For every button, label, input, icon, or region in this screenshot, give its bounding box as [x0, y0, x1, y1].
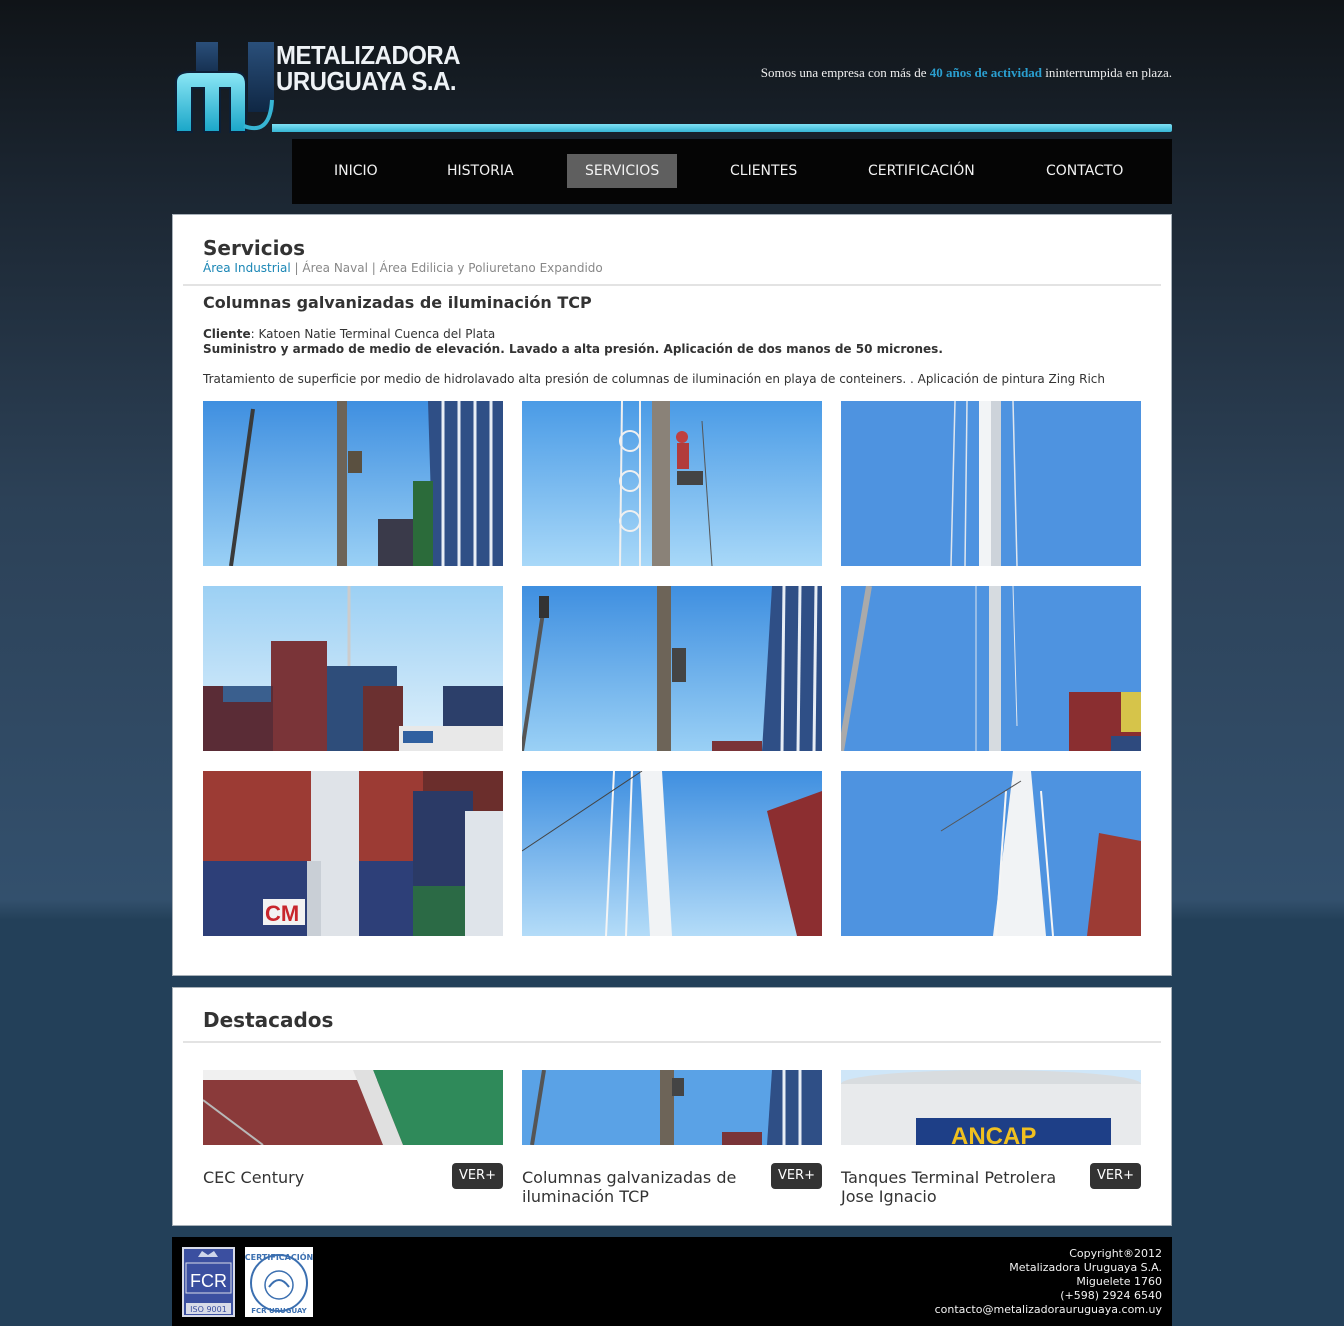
- footer-email-link[interactable]: contacto@metalizadorauruguaya.com.uy: [935, 1303, 1162, 1317]
- badge1-sublabel: ISO 9001: [190, 1305, 227, 1314]
- nav-item-contacto[interactable]: CONTACTO: [1028, 154, 1141, 188]
- gallery-thumb[interactable]: [522, 586, 822, 751]
- featured-card: ANCAP Tanques Terminal Petrolera Jose Ig…: [841, 1070, 1141, 1206]
- site-logo[interactable]: METALIZADORA URUGUAYA S.A.: [172, 40, 1172, 138]
- divider: [183, 284, 1161, 286]
- fcr-iso-badge[interactable]: FCR ISO 9001: [182, 1247, 235, 1317]
- photo-thumbnail-icon: ANCAP: [841, 1070, 1141, 1145]
- featured-image[interactable]: ANCAP: [841, 1070, 1141, 1145]
- badge1-label: FCR: [190, 1271, 227, 1291]
- badge2-sublabel: FCR URUGUAY: [251, 1307, 307, 1315]
- photo-thumbnail-icon: [203, 1070, 503, 1145]
- page-title: Servicios: [203, 236, 306, 260]
- services-subnav: Área Industrial | Área Naval | Área Edil…: [203, 261, 603, 275]
- gallery-thumb[interactable]: [841, 771, 1141, 936]
- svg-text:ANCAP: ANCAP: [951, 1123, 1036, 1145]
- photo-thumbnail-icon: CM: [203, 771, 503, 936]
- featured-item-title[interactable]: Tanques Terminal Petrolera Jose Ignacio: [841, 1168, 1066, 1206]
- subnav-area-edilicia[interactable]: Área Edilicia y Poliuretano Expandido: [380, 261, 603, 275]
- logo-underline: [272, 124, 1172, 132]
- subnav-area-industrial[interactable]: Área Industrial: [203, 261, 291, 275]
- nav-item-historia[interactable]: HISTORIA: [429, 154, 532, 188]
- nav-item-servicios[interactable]: SERVICIOS: [567, 154, 678, 188]
- logo-wordmark: METALIZADORA URUGUAYA S.A.: [276, 40, 461, 96]
- badge2-label: CERTIFICACIÓN: [245, 1251, 313, 1262]
- footer-company: Metalizadora Uruguaya S.A.: [1009, 1261, 1162, 1274]
- featured-title: Destacados: [203, 1008, 334, 1032]
- gallery-thumb[interactable]: [203, 586, 503, 751]
- photo-thumbnail-icon: [841, 771, 1141, 936]
- footer-phone: (+598) 2924 6540: [1060, 1289, 1162, 1302]
- header: METALIZADORA URUGUAYA S.A. Somos una emp…: [172, 0, 1172, 204]
- article-title: Columnas galvanizadas de iluminación TCP: [203, 293, 592, 312]
- tagline-pre: Somos una empresa con más de: [760, 65, 930, 80]
- nav-item-certificacion[interactable]: CERTIFICACIÓN: [850, 154, 993, 188]
- featured-card: CEC Century VER+: [203, 1070, 503, 1189]
- tagline: Somos una empresa con más de 40 años de …: [761, 65, 1172, 81]
- photo-thumbnail-icon: [522, 586, 822, 751]
- svg-text:CM: CM: [265, 901, 299, 926]
- services-panel: Servicios Área Industrial | Área Naval |…: [172, 214, 1172, 976]
- supply-text: Suministro y armado de medio de elevació…: [203, 342, 943, 356]
- photo-thumbnail-icon: [203, 401, 503, 566]
- footer-copyright: Copyright®2012: [1069, 1247, 1162, 1260]
- tagline-post: ininterrumpida en plaza.: [1042, 65, 1172, 80]
- certification-logo-icon: FCR ISO 9001: [185, 1251, 232, 1314]
- featured-card: Columnas galvanizadas de iluminación TCP…: [522, 1070, 822, 1206]
- gallery-thumb[interactable]: [841, 401, 1141, 566]
- client-label: Cliente: [203, 327, 251, 341]
- footer-contact-info: Copyright®2012 Metalizadora Uruguaya S.A…: [935, 1247, 1162, 1317]
- photo-thumbnail-icon: [841, 401, 1141, 566]
- gallery-thumb[interactable]: [841, 586, 1141, 751]
- certification-seal-icon: CERTIFICACIÓN FCR URUGUAY: [245, 1251, 313, 1315]
- photo-thumbnail-icon: [203, 586, 503, 751]
- ver-mas-button[interactable]: VER+: [1089, 1163, 1141, 1189]
- main-nav: INICIO HISTORIA SERVICIOS CLIENTES CERTI…: [292, 139, 1172, 204]
- footer: FCR ISO 9001 CERTIFICACIÓN FCR URUGUAY C…: [172, 1237, 1172, 1326]
- featured-item-title[interactable]: CEC Century: [203, 1168, 428, 1187]
- featured-image[interactable]: [522, 1070, 822, 1145]
- logo-line-2: URUGUAYA S.A.: [276, 66, 457, 96]
- photo-thumbnail-icon: [841, 586, 1141, 751]
- logo-line-1: METALIZADORA: [276, 40, 461, 70]
- tagline-highlight: 40 años de actividad: [929, 65, 1043, 80]
- logo-mark-icon: [175, 42, 274, 133]
- subnav-separator: |: [290, 261, 303, 275]
- ver-mas-button[interactable]: VER+: [451, 1163, 503, 1189]
- description-text: Tratamiento de superficie por medio de h…: [203, 372, 1105, 386]
- fcr-uruguay-badge[interactable]: CERTIFICACIÓN FCR URUGUAY: [245, 1247, 313, 1317]
- gallery-thumb[interactable]: [522, 401, 822, 566]
- subnav-separator: |: [367, 261, 380, 275]
- footer-address: Miguelete 1760: [1076, 1275, 1162, 1288]
- client-line: Cliente: Katoen Natie Terminal Cuenca de…: [203, 327, 495, 341]
- photo-thumbnail-icon: [522, 401, 822, 566]
- ver-mas-button[interactable]: VER+: [770, 1163, 822, 1189]
- featured-item-title[interactable]: Columnas galvanizadas de iluminación TCP: [522, 1168, 747, 1206]
- photo-thumbnail-icon: [522, 1070, 822, 1145]
- page-wrapper: METALIZADORA URUGUAYA S.A. Somos una emp…: [172, 0, 1172, 1326]
- nav-item-clientes[interactable]: CLIENTES: [712, 154, 815, 188]
- photo-thumbnail-icon: [522, 771, 822, 936]
- divider: [183, 1041, 1161, 1043]
- featured-image[interactable]: [203, 1070, 503, 1145]
- client-value: : Katoen Natie Terminal Cuenca del Plata: [250, 327, 496, 341]
- featured-panel: Destacados CEC Century VER+ Columnas gal…: [172, 987, 1172, 1226]
- nav-item-inicio[interactable]: INICIO: [316, 154, 396, 188]
- gallery-thumb[interactable]: CM: [203, 771, 503, 936]
- gallery-thumb[interactable]: [522, 771, 822, 936]
- subnav-area-naval[interactable]: Área Naval: [302, 261, 368, 275]
- gallery-thumb[interactable]: [203, 401, 503, 566]
